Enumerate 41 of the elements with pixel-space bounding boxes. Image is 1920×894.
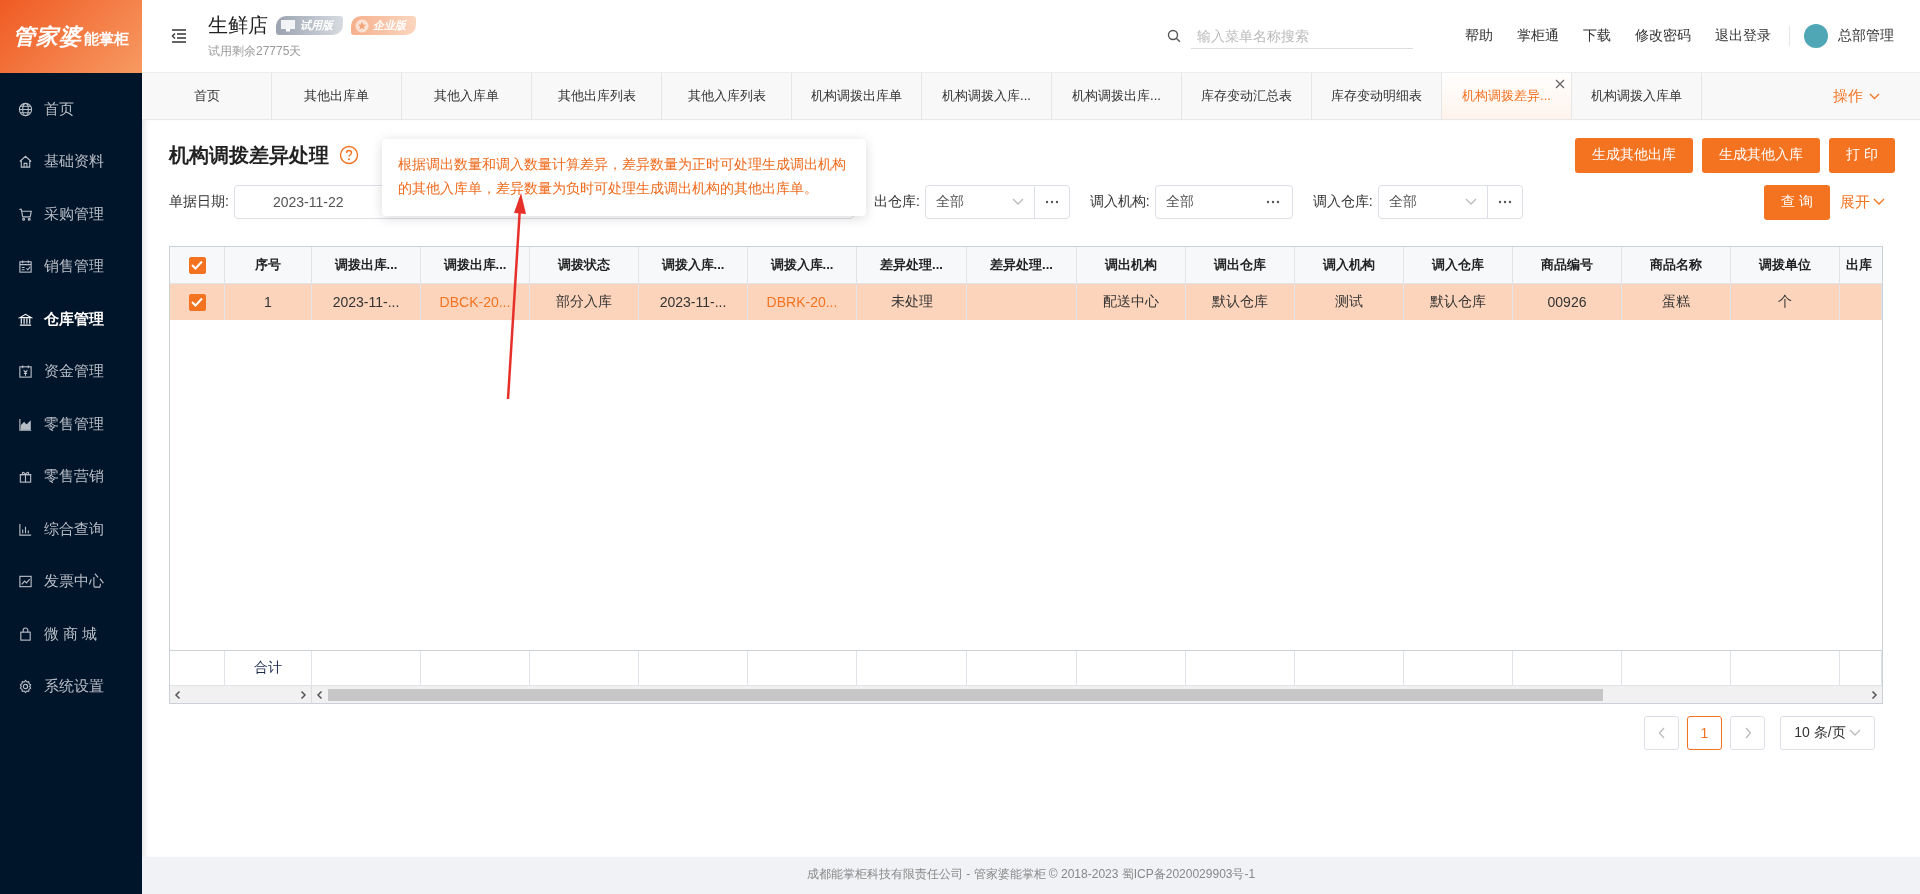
table-cell: 蛋糕 — [1662, 293, 1690, 311]
edition-badge: 试用版 — [276, 16, 343, 35]
table-cell: 个 — [1778, 293, 1792, 311]
table-cell: 2023-11-... — [332, 294, 400, 310]
table-cell: 部分入库 — [556, 293, 612, 311]
column-header: 调入机构 — [1295, 247, 1404, 283]
filter-label: 单据日期: — [169, 193, 229, 211]
copyright-text: 成都能掌柜科技有限责任公司 - 管家婆能掌柜 © 2018-2023 蜀ICP备2020029903号-1 — [806, 867, 1256, 881]
column-header: 调拨状态 — [530, 247, 639, 283]
table-cell: 测试 — [1335, 293, 1363, 311]
column-header: 调拨入库... — [748, 247, 857, 283]
total-label: 合计 — [254, 659, 282, 677]
logo-subtext: 能掌柜 — [84, 30, 129, 47]
column-header: 商品编号 — [1513, 247, 1622, 283]
table-cell: 00926 — [1547, 294, 1587, 310]
page-title: 机构调拨差异处理 — [169, 142, 329, 168]
column-header: 调拨出库... — [312, 247, 421, 283]
column-header: 调出仓库 — [1186, 247, 1295, 283]
column-header: 序号 — [225, 247, 312, 283]
edition-badge: 企业版 — [351, 16, 416, 35]
filter-label: 出仓库: — [873, 193, 920, 211]
table-cell: 配送中心 — [1103, 293, 1159, 311]
filter-label: 调入仓库: — [1312, 193, 1373, 211]
table-cell: 2023-11-... — [659, 294, 727, 310]
help-tooltip: 根据调出数量和调入数量计算差异，差异数量为正时可处理生成调出机构的其他入库单，差异数量为负时可处理生成调出机构的其他出库单。 — [382, 139, 866, 216]
table-cell: 未处理 — [890, 293, 933, 311]
store-name: 生鲜店 — [208, 13, 268, 38]
table-cell: 1 — [264, 294, 272, 310]
table-cell: 默认仓库 — [1430, 293, 1486, 311]
column-header: 出库 — [1845, 256, 1873, 274]
column-header: 调拨出库... — [421, 247, 530, 283]
column-header: 调拨单位 — [1731, 247, 1840, 283]
column-header: 差异处理... — [857, 247, 967, 283]
filter-label: 调入机构: — [1089, 193, 1150, 211]
column-header: 调拨入库... — [639, 247, 748, 283]
column-header: 调入仓库 — [1404, 247, 1513, 283]
column-header: 商品名称 — [1622, 247, 1731, 283]
column-header: 调出机构 — [1077, 247, 1186, 283]
column-header: 差异处理... — [967, 247, 1077, 283]
table-cell: 默认仓库 — [1212, 293, 1268, 311]
trial-note: 试用剩余27775天 — [208, 43, 303, 60]
